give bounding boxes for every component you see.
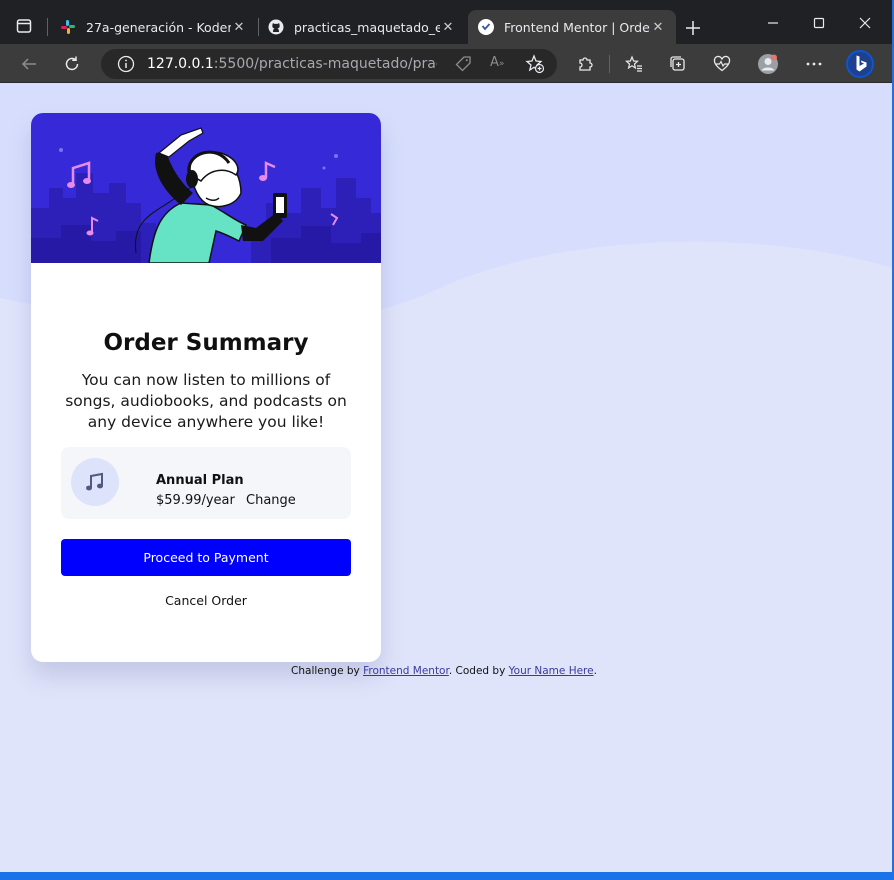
close-icon[interactable]: ✕ bbox=[650, 20, 666, 35]
read-aloud-icon[interactable]: A» bbox=[490, 55, 508, 73]
music-note-icon bbox=[71, 458, 119, 506]
slack-icon bbox=[60, 19, 76, 35]
url-text[interactable]: 127.0.0.1:5500/practicas-maquetado/pract… bbox=[147, 56, 437, 72]
tab-frontend-mentor[interactable]: Frontend Mentor | Order su ✕ bbox=[468, 10, 676, 44]
plan-name: Annual Plan bbox=[156, 473, 244, 488]
close-window-icon[interactable] bbox=[842, 8, 888, 38]
frontend-mentor-link[interactable]: Frontend Mentor bbox=[363, 665, 449, 677]
browser-toolbar: 127.0.0.1:5500/practicas-maquetado/pract… bbox=[0, 44, 892, 83]
attribution-middle: . Coded by bbox=[448, 665, 509, 677]
page-viewport: Order Summary You can now listen to mill… bbox=[0, 83, 892, 872]
card-description: You can now listen to millions of songs,… bbox=[65, 371, 347, 431]
more-options-icon[interactable] bbox=[799, 49, 829, 79]
minimize-icon[interactable] bbox=[750, 8, 796, 38]
order-summary-card: Order Summary You can now listen to mill… bbox=[31, 113, 381, 662]
url-host: 127.0.0.1 bbox=[147, 56, 214, 72]
github-icon bbox=[268, 19, 284, 35]
cancel-order-button[interactable]: Cancel Order bbox=[61, 593, 351, 608]
plan-box: Annual Plan $59.99/year Change bbox=[61, 447, 351, 519]
url-path: :5500/practicas-maquetado/practica-... bbox=[213, 56, 437, 72]
page-title: Order Summary bbox=[103, 330, 309, 356]
tab-kodemia[interactable]: 27a-generación - Kodemia ✕ bbox=[50, 10, 257, 44]
tab-title: practicas_maquetado_eng/ bbox=[294, 19, 440, 35]
favorites-icon[interactable] bbox=[619, 49, 649, 79]
profile-avatar-icon[interactable] bbox=[753, 49, 783, 79]
browser-window: 27a-generación - Kodemia ✕ practicas_maq… bbox=[0, 0, 894, 872]
hero-illustration bbox=[31, 113, 381, 263]
extensions-icon[interactable] bbox=[570, 49, 600, 79]
frontend-mentor-icon bbox=[478, 19, 494, 35]
collections-icon[interactable] bbox=[663, 49, 693, 79]
attribution: Challenge by Frontend Mentor. Coded by Y… bbox=[0, 665, 888, 677]
tab-strip: 27a-generación - Kodemia ✕ practicas_maq… bbox=[0, 0, 892, 44]
close-icon[interactable]: ✕ bbox=[440, 20, 456, 35]
attribution-prefix: Challenge by bbox=[291, 665, 364, 677]
tab-title: 27a-generación - Kodemia bbox=[86, 19, 231, 35]
tab-title: Frontend Mentor | Order su bbox=[504, 19, 650, 35]
bing-copilot-icon[interactable] bbox=[843, 47, 877, 81]
address-bar[interactable]: 127.0.0.1:5500/practicas-maquetado/pract… bbox=[101, 49, 557, 79]
back-icon[interactable] bbox=[14, 49, 44, 79]
tab-actions-icon[interactable] bbox=[10, 12, 38, 40]
change-plan-link[interactable]: Change bbox=[246, 493, 296, 508]
tab-github[interactable]: practicas_maquetado_eng/ ✕ bbox=[258, 10, 466, 44]
proceed-to-payment-button[interactable]: Proceed to Payment bbox=[61, 539, 351, 576]
performance-icon[interactable] bbox=[707, 49, 737, 79]
author-link[interactable]: Your Name Here bbox=[509, 665, 594, 677]
favorites-add-icon[interactable] bbox=[525, 54, 545, 74]
refresh-icon[interactable] bbox=[57, 49, 87, 79]
site-info-icon[interactable] bbox=[117, 55, 135, 73]
close-icon[interactable]: ✕ bbox=[231, 20, 247, 35]
plan-price: $59.99/year bbox=[156, 493, 235, 508]
attribution-suffix: . bbox=[593, 665, 597, 677]
maximize-icon[interactable] bbox=[796, 8, 842, 38]
new-tab-icon[interactable] bbox=[678, 13, 708, 43]
tab-divider bbox=[47, 18, 48, 36]
toolbar-divider bbox=[609, 55, 610, 73]
tag-icon[interactable] bbox=[454, 55, 472, 73]
